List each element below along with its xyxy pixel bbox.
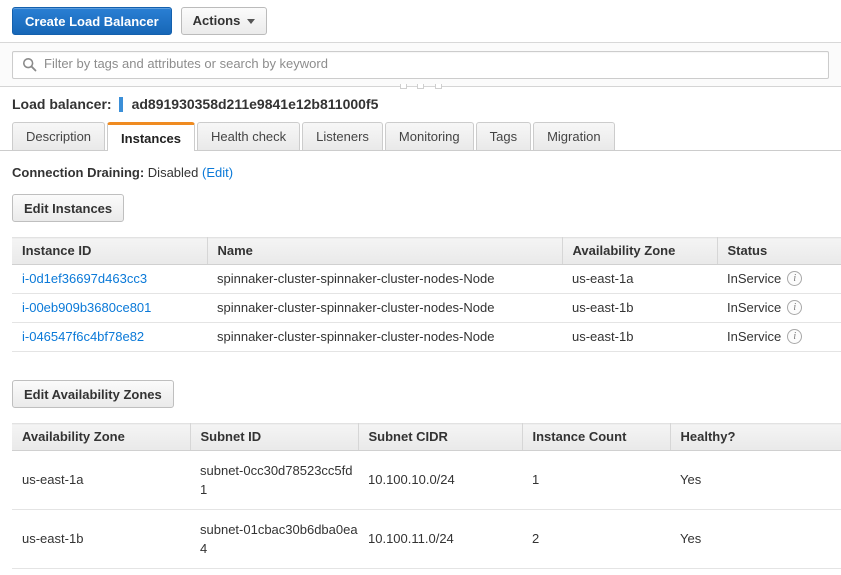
status-badge: InService: [727, 329, 782, 344]
table-row[interactable]: i-046547f6c4bf78e82 spinnaker-cluster-sp…: [12, 322, 841, 352]
connection-draining-label: Connection Draining:: [12, 165, 145, 180]
table-row[interactable]: us-east-1a subnet-0cc30d78523cc5fd1 10.1…: [12, 450, 841, 510]
tab-monitoring[interactable]: Monitoring: [384, 122, 474, 150]
edit-availability-zones-button[interactable]: Edit Availability Zones: [12, 380, 174, 408]
table-row[interactable]: i-0d1ef36697d463cc3 spinnaker-cluster-sp…: [12, 264, 841, 294]
load-balancer-id: ad891930358d211e9841e12b811000f5: [131, 96, 379, 112]
cell-instance-count: 2: [522, 509, 670, 569]
grip-notch: [434, 84, 442, 89]
search-input-wrapper[interactable]: [12, 51, 829, 79]
top-toolbar: Create Load Balancer Actions: [0, 0, 841, 42]
availability-zones-table: Availability Zone Subnet ID Subnet CIDR …: [12, 423, 841, 569]
table-header-row: Instance ID Name Availability Zone Statu…: [12, 237, 841, 265]
cell-subnet-cidr: 10.100.10.0/24: [358, 450, 522, 510]
instance-id-link[interactable]: i-046547f6c4bf78e82: [22, 329, 144, 344]
column-header-status[interactable]: Status: [717, 237, 841, 265]
column-header-instance-count[interactable]: Instance Count: [522, 423, 671, 451]
load-balancer-title: Load balancer: ad891930358d211e9841e12b8…: [0, 87, 841, 120]
cell-availability-zone: us-east-1b: [562, 322, 717, 352]
column-header-availability-zone[interactable]: Availability Zone: [562, 237, 718, 265]
cell-status: InService i: [717, 293, 841, 323]
cell-name: spinnaker-cluster-spinnaker-cluster-node…: [207, 322, 562, 352]
tab-health-check[interactable]: Health check: [197, 122, 301, 150]
tab-instances[interactable]: Instances: [107, 122, 196, 151]
tab-description[interactable]: Description: [12, 122, 106, 150]
column-header-subnet-cidr[interactable]: Subnet CIDR: [358, 423, 523, 451]
actions-label: Actions: [192, 13, 241, 28]
instances-section: Edit Instances Instance ID Name Availabi…: [0, 180, 841, 352]
table-row[interactable]: us-east-1b subnet-01cbac30b6dba0ea4 10.1…: [12, 509, 841, 569]
instances-table: Instance ID Name Availability Zone Statu…: [12, 237, 841, 352]
connection-draining-row: Connection Draining: Disabled (Edit): [0, 151, 841, 180]
cell-instance-id: i-046547f6c4bf78e82: [12, 322, 207, 352]
cell-name: spinnaker-cluster-spinnaker-cluster-node…: [207, 293, 562, 323]
title-accent-bar: [118, 96, 123, 112]
grip-notch: [417, 84, 424, 89]
search-input[interactable]: [13, 52, 828, 76]
cell-availability-zone: us-east-1b: [562, 293, 717, 323]
instance-id-link[interactable]: i-00eb909b3680ce801: [22, 300, 151, 315]
cell-subnet-id: subnet-01cbac30b6dba0ea4: [190, 509, 358, 569]
cell-instance-id: i-00eb909b3680ce801: [12, 293, 207, 323]
chevron-down-icon: [247, 19, 256, 24]
column-header-name[interactable]: Name: [207, 237, 563, 265]
cell-instance-id: i-0d1ef36697d463cc3: [12, 264, 207, 294]
column-header-instance-id[interactable]: Instance ID: [12, 237, 208, 265]
cell-healthy: Yes: [670, 509, 841, 569]
info-icon[interactable]: i: [787, 271, 803, 286]
cell-status: InService i: [717, 264, 841, 294]
page-title-label: Load balancer:: [12, 96, 112, 112]
cell-subnet-cidr: 10.100.11.0/24: [358, 509, 522, 569]
cell-availability-zone: us-east-1a: [12, 450, 190, 510]
filter-panel: [0, 42, 841, 90]
grip-notch: [399, 84, 407, 89]
column-header-availability-zone[interactable]: Availability Zone: [12, 423, 191, 451]
cell-availability-zone: us-east-1b: [12, 509, 190, 569]
create-load-balancer-button[interactable]: Create Load Balancer: [12, 6, 172, 35]
search-icon: [22, 57, 37, 72]
edit-instances-button[interactable]: Edit Instances: [12, 194, 125, 222]
connection-draining-edit-link[interactable]: (Edit): [202, 165, 233, 180]
cell-name: spinnaker-cluster-spinnaker-cluster-node…: [207, 264, 562, 294]
column-header-healthy[interactable]: Healthy?: [670, 423, 841, 451]
availability-zones-section: Edit Availability Zones Availability Zon…: [0, 352, 841, 569]
tab-listeners[interactable]: Listeners: [302, 122, 383, 150]
cell-healthy: Yes: [670, 450, 841, 510]
actions-dropdown-button[interactable]: Actions: [180, 6, 268, 35]
cell-status: InService i: [717, 322, 841, 352]
status-badge: InService: [727, 271, 782, 286]
info-icon[interactable]: i: [787, 329, 803, 344]
connection-draining-value: Disabled: [147, 165, 199, 180]
cell-instance-count: 1: [522, 450, 670, 510]
info-icon[interactable]: i: [787, 300, 803, 315]
status-badge: InService: [727, 300, 782, 315]
table-header-row: Availability Zone Subnet ID Subnet CIDR …: [12, 423, 841, 451]
instance-id-link[interactable]: i-0d1ef36697d463cc3: [22, 271, 147, 286]
panel-resize-handle[interactable]: [399, 83, 442, 90]
column-header-subnet-id[interactable]: Subnet ID: [190, 423, 359, 451]
cell-subnet-id: subnet-0cc30d78523cc5fd1: [190, 450, 358, 510]
tab-bar: Description Instances Health check Liste…: [0, 120, 841, 151]
table-row[interactable]: i-00eb909b3680ce801 spinnaker-cluster-sp…: [12, 293, 841, 323]
cell-availability-zone: us-east-1a: [562, 264, 717, 294]
tab-tags[interactable]: Tags: [475, 122, 532, 150]
tab-migration[interactable]: Migration: [533, 122, 615, 150]
